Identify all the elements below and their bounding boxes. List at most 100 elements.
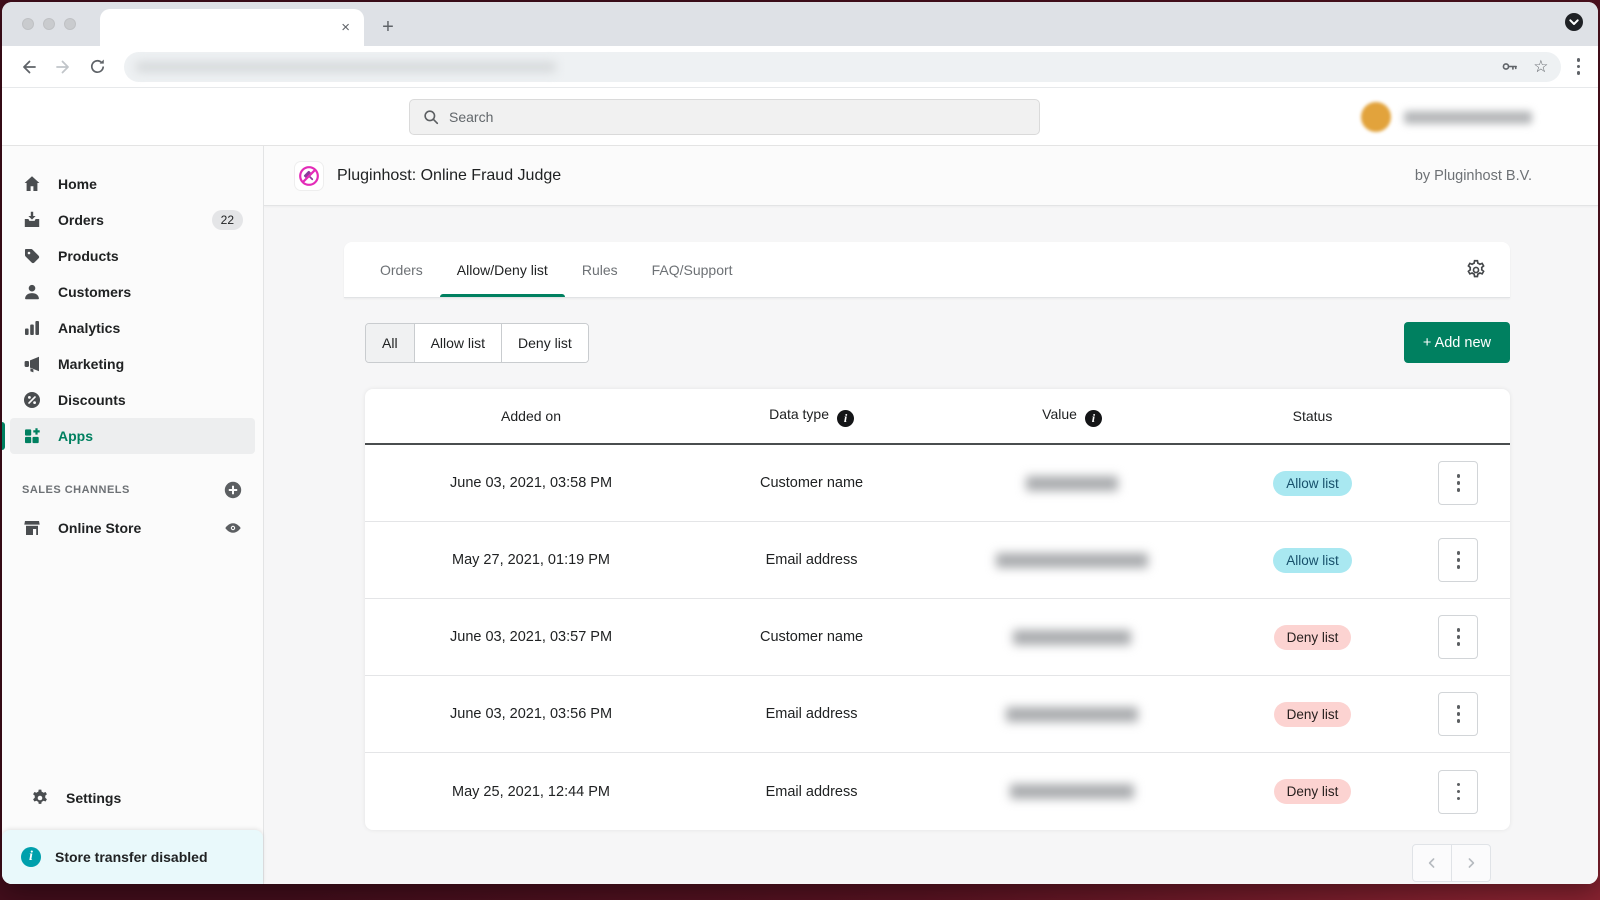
browser-toolbar: ☆: [2, 46, 1598, 88]
orders-count-badge: 22: [212, 210, 243, 230]
add-new-button[interactable]: + Add new: [1404, 322, 1510, 363]
eye-icon: [223, 518, 243, 538]
value-info-icon[interactable]: [1085, 410, 1102, 427]
sidebar-item-orders[interactable]: Orders 22: [10, 202, 255, 238]
sidebar-item-analytics[interactable]: Analytics: [10, 310, 255, 346]
column-added-on: Added on: [365, 408, 697, 424]
redacted-url: [136, 62, 556, 72]
sidebar-item-apps[interactable]: Apps: [10, 418, 255, 454]
sales-channels-header: SALES CHANNELS: [22, 480, 243, 500]
cell-added-on: May 27, 2021, 01:19 PM: [365, 552, 697, 568]
reload-button[interactable]: [82, 52, 112, 82]
row-menu-button[interactable]: [1438, 461, 1478, 505]
list-filter-segmented-control: All Allow list Deny list: [365, 323, 589, 363]
search-input[interactable]: [449, 109, 1027, 125]
cell-status: Deny list: [1218, 702, 1407, 727]
address-bar[interactable]: ☆: [124, 52, 1561, 82]
tab-rules[interactable]: Rules: [565, 242, 635, 297]
tab-allow-deny-list[interactable]: Allow/Deny list: [440, 242, 565, 297]
forward-arrow-icon: [53, 57, 73, 77]
status-badge: Allow list: [1273, 471, 1352, 496]
data-type-info-icon[interactable]: [837, 410, 854, 427]
browser-tab[interactable]: ×: [100, 9, 364, 46]
info-icon: [21, 847, 41, 867]
forward-button[interactable]: [48, 52, 78, 82]
pagination-next-button[interactable]: [1451, 844, 1491, 882]
table-header-row: Added on Data type Value Status: [365, 389, 1510, 445]
password-key-icon[interactable]: [1500, 57, 1519, 76]
cell-added-on: May 25, 2021, 12:44 PM: [365, 784, 697, 800]
app-byline: by Pluginhost B.V.: [1415, 168, 1532, 184]
cell-value: [926, 552, 1218, 568]
add-sales-channel-button[interactable]: [223, 480, 243, 500]
plus-circle-icon: [223, 480, 243, 500]
browser-menu-button[interactable]: [1577, 58, 1581, 75]
row-menu-button[interactable]: [1438, 770, 1478, 814]
app-header: Pluginhost: Online Fraud Judge by Plugin…: [264, 146, 1598, 206]
redacted-value: [1026, 476, 1118, 491]
cell-actions: [1407, 538, 1510, 582]
window-minimize-button[interactable]: [43, 18, 55, 30]
orders-icon: [22, 210, 42, 230]
marketing-megaphone-icon: [22, 354, 42, 374]
filter-deny-list-button[interactable]: Deny list: [502, 324, 588, 362]
cell-added-on: June 03, 2021, 03:56 PM: [365, 706, 697, 722]
bookmark-star-icon[interactable]: ☆: [1533, 58, 1548, 75]
cell-value: [926, 784, 1218, 800]
filter-all-button[interactable]: All: [366, 324, 415, 362]
pagination-previous-button[interactable]: [1412, 844, 1452, 882]
cell-status: Allow list: [1218, 471, 1407, 496]
row-menu-button[interactable]: [1438, 692, 1478, 736]
browser-window: × +: [2, 2, 1598, 884]
window-close-button[interactable]: [22, 18, 34, 30]
app-settings-button[interactable]: [1461, 255, 1491, 285]
tab-faq-support[interactable]: FAQ/Support: [635, 242, 750, 297]
sidebar-item-marketing[interactable]: Marketing: [10, 346, 255, 382]
sidebar-item-home[interactable]: Home: [10, 166, 255, 202]
window-controls[interactable]: [22, 18, 76, 30]
cell-status: Deny list: [1218, 625, 1407, 650]
chevron-right-icon: [1463, 855, 1479, 871]
column-data-type: Data type: [697, 406, 926, 427]
table-row: June 03, 2021, 03:56 PM Email address De…: [365, 676, 1510, 753]
cell-actions: [1407, 615, 1510, 659]
cell-data-type: Customer name: [697, 629, 926, 645]
sidebar-item-settings[interactable]: Settings: [18, 780, 247, 816]
customers-icon: [22, 282, 42, 302]
redacted-value: [1006, 707, 1138, 722]
global-search[interactable]: [409, 99, 1040, 135]
cell-value: [926, 475, 1218, 491]
status-badge: Deny list: [1274, 702, 1352, 727]
cell-data-type: Email address: [697, 552, 926, 568]
row-menu-button[interactable]: [1438, 538, 1478, 582]
store-transfer-banner[interactable]: Store transfer disabled: [2, 830, 263, 884]
analytics-bars-icon: [22, 318, 42, 338]
close-tab-icon[interactable]: ×: [341, 20, 350, 35]
cell-added-on: June 03, 2021, 03:58 PM: [365, 475, 697, 491]
reload-icon: [88, 57, 107, 76]
sidebar-item-discounts[interactable]: Discounts: [10, 382, 255, 418]
new-tab-button[interactable]: +: [374, 13, 402, 41]
app-tabs-bar: Orders Allow/Deny list Rules FAQ/Support: [344, 242, 1510, 298]
user-menu[interactable]: [1361, 102, 1532, 132]
sidebar-item-online-store[interactable]: Online Store: [10, 510, 255, 546]
browser-update-chevron-button[interactable]: [1564, 12, 1584, 37]
cell-data-type: Email address: [697, 784, 926, 800]
row-menu-button[interactable]: [1438, 615, 1478, 659]
tab-orders[interactable]: Orders: [363, 242, 440, 297]
sidebar-item-products[interactable]: Products: [10, 238, 255, 274]
cell-value: [926, 706, 1218, 722]
sidebar-item-customers[interactable]: Customers: [10, 274, 255, 310]
window-zoom-button[interactable]: [64, 18, 76, 30]
view-store-button[interactable]: [223, 518, 243, 538]
cell-value: [926, 629, 1218, 645]
chevron-down-icon: [1564, 12, 1584, 32]
gear-icon: [30, 788, 50, 808]
back-button[interactable]: [14, 52, 44, 82]
redacted-value: [1010, 784, 1134, 799]
admin-top-bar: [2, 88, 1598, 146]
filter-allow-list-button[interactable]: Allow list: [415, 324, 502, 362]
redacted-value: [996, 553, 1148, 568]
cell-data-type: Email address: [697, 706, 926, 722]
status-badge: Deny list: [1274, 779, 1352, 804]
